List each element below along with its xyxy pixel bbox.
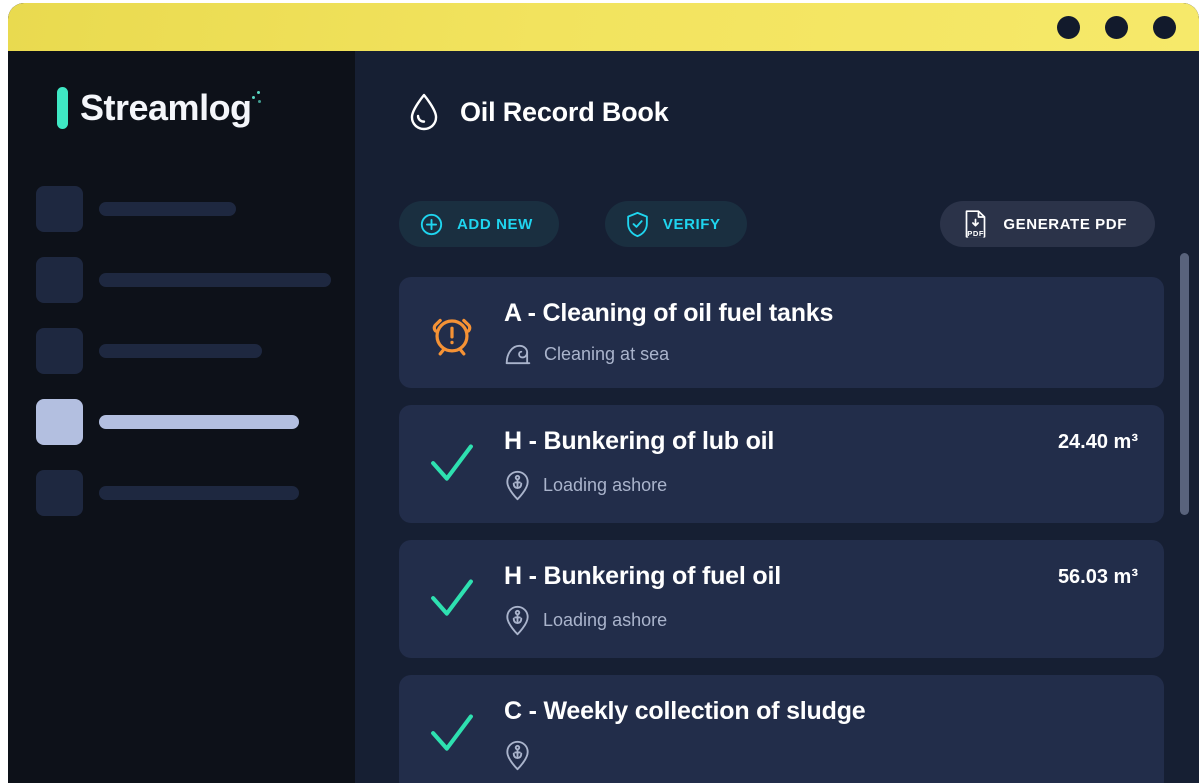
sidebar-item-4-icon-placeholder xyxy=(36,399,83,445)
entry-title: C - Weekly collection of sludge xyxy=(504,697,866,725)
entry-list: A - Cleaning of oil fuel tanks Cleaning … xyxy=(399,277,1164,783)
entry-main: A - Cleaning of oil fuel tanks Cleaning … xyxy=(504,299,1118,366)
logo-text: Streamlog xyxy=(80,87,252,128)
entry-status xyxy=(399,710,504,758)
page-title: Oil Record Book xyxy=(460,96,669,127)
entry-title: A - Cleaning of oil fuel tanks xyxy=(504,299,834,327)
entry-location-label: Loading ashore xyxy=(543,475,668,495)
generate-pdf-button[interactable]: PDF GENERATE PDF xyxy=(940,201,1155,247)
entry-status xyxy=(399,309,504,357)
window-titlebar xyxy=(8,3,1199,51)
window-dot-2[interactable] xyxy=(1105,15,1128,39)
sidebar-item-3[interactable] xyxy=(36,328,336,374)
sidebar-item-3-icon-placeholder xyxy=(36,328,83,374)
entry-main: H - Bunkering of lub oil Loading ashore xyxy=(504,427,1038,501)
anchor-pin-icon xyxy=(504,605,531,636)
window-dot-1[interactable] xyxy=(1057,15,1080,39)
oil-drop-icon xyxy=(407,92,441,132)
sidebar-item-1-icon-placeholder xyxy=(36,186,83,232)
anchor-pin-icon xyxy=(504,740,531,771)
sidebar-nav xyxy=(36,186,336,541)
entry-card[interactable]: A - Cleaning of oil fuel tanks Cleaning … xyxy=(399,277,1164,388)
entry-location-label: Cleaning at sea xyxy=(544,343,670,364)
scrollbar-thumb[interactable] xyxy=(1180,253,1189,515)
window-body: Streamlog Oil Record Book ADD NEW VERIFY… xyxy=(8,51,1199,783)
verify-label: VERIFY xyxy=(662,215,721,233)
entry-location-label: Loading ashore xyxy=(543,610,668,630)
sidebar-item-1[interactable] xyxy=(36,186,336,232)
sidebar-item-2-label-placeholder xyxy=(99,273,331,287)
entry-card[interactable]: C - Weekly collection of sludge xyxy=(399,675,1164,783)
app-window: Streamlog Oil Record Book ADD NEW VERIFY… xyxy=(8,3,1199,783)
window-dot-3[interactable] xyxy=(1153,15,1176,39)
main-content: Oil Record Book ADD NEW VERIFY PDF GENER… xyxy=(355,51,1199,783)
page-header: Oil Record Book xyxy=(407,92,669,132)
entry-amount: 24.40 m³ xyxy=(1057,431,1138,453)
generate-pdf-label: GENERATE PDF xyxy=(1003,215,1127,233)
sidebar-item-5-label-placeholder xyxy=(99,486,299,500)
logo-bar-icon xyxy=(57,87,68,129)
entry-status xyxy=(399,440,504,488)
alarm-clock-alert-icon xyxy=(428,309,476,357)
sidebar-item-5[interactable] xyxy=(36,470,336,516)
check-icon xyxy=(426,710,478,758)
add-new-label: ADD NEW xyxy=(457,215,533,233)
entry-location xyxy=(504,740,1118,771)
sidebar-item-2-icon-placeholder xyxy=(36,257,83,303)
entry-amount: 56.03 m³ xyxy=(1057,566,1138,588)
sidebar: Streamlog xyxy=(8,51,355,783)
verify-button[interactable]: VERIFY xyxy=(604,201,747,247)
logo-sparkle-icon xyxy=(251,91,261,105)
sidebar-item-1-label-placeholder xyxy=(99,202,236,216)
anchor-pin-icon xyxy=(504,470,531,501)
sidebar-item-3-label-placeholder xyxy=(99,344,262,358)
entry-main: C - Weekly collection of sludge xyxy=(504,697,1118,771)
app-logo[interactable]: Streamlog xyxy=(57,87,261,129)
check-icon xyxy=(426,440,478,488)
entry-status xyxy=(399,575,504,623)
entry-card[interactable]: H - Bunkering of lub oil Loading ashore … xyxy=(399,405,1164,523)
entry-card[interactable]: H - Bunkering of fuel oil Loading ashore… xyxy=(399,540,1164,658)
entry-location: Cleaning at sea xyxy=(504,342,1118,366)
shield-check-icon xyxy=(625,211,650,238)
sidebar-item-5-icon-placeholder xyxy=(36,470,83,516)
entry-main: H - Bunkering of fuel oil Loading ashore xyxy=(504,562,1038,636)
pdf-download-icon: PDF xyxy=(962,209,989,239)
entry-title: H - Bunkering of lub oil xyxy=(504,427,775,455)
entry-title: H - Bunkering of fuel oil xyxy=(504,562,781,590)
add-new-button[interactable]: ADD NEW xyxy=(399,201,559,247)
check-icon xyxy=(426,575,478,623)
plus-circle-icon xyxy=(419,212,444,237)
sidebar-item-4-active[interactable] xyxy=(36,399,336,445)
wave-icon xyxy=(504,342,532,366)
window-controls xyxy=(1057,3,1176,51)
svg-text:PDF: PDF xyxy=(968,229,985,238)
vertical-scrollbar[interactable] xyxy=(1177,51,1191,783)
sidebar-item-2[interactable] xyxy=(36,257,336,303)
sidebar-item-4-label-placeholder xyxy=(99,415,299,429)
entry-location: Loading ashore xyxy=(504,605,1038,636)
entry-location: Loading ashore xyxy=(504,470,1038,501)
